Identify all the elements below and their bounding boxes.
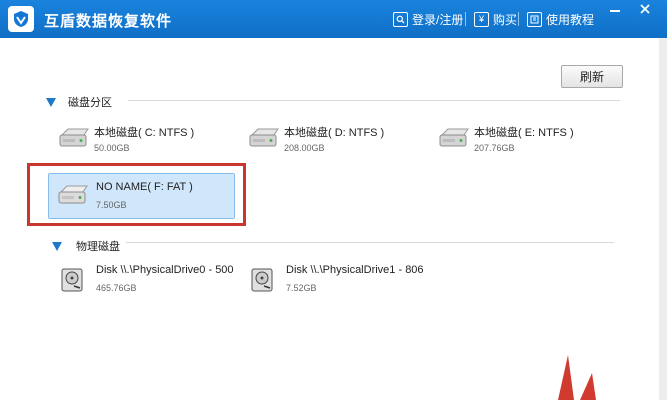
physical-section-header[interactable]: 物理磁盘	[52, 238, 120, 254]
buy-button[interactable]: ¥ 购买	[474, 9, 517, 29]
hard-drive-icon	[59, 128, 89, 147]
hard-drive-icon	[439, 128, 469, 147]
toolbar-separator	[465, 12, 466, 26]
red-arrow-annotation-icon	[558, 355, 596, 400]
drive-item-d[interactable]: 本地磁盘( D: NTFS ) 208.00GB	[246, 120, 431, 162]
search-icon	[393, 11, 408, 27]
drive-size: 465.76GB	[96, 283, 137, 293]
drive-size: 50.00GB	[94, 143, 130, 153]
login-register-button[interactable]: 登录/注册	[393, 9, 463, 29]
drive-name: 本地磁盘( C: NTFS )	[94, 127, 195, 139]
title-bar: 互盾数据恢复软件 登录/注册 ¥ 购买 使用教程	[0, 0, 667, 38]
close-icon	[640, 4, 650, 14]
main-content: 刷新 磁盘分区 本地磁盘( C: NTFS ) 50.00GB 本地磁盘( D:…	[0, 38, 667, 400]
partitions-section-header[interactable]: 磁盘分区	[46, 94, 112, 110]
physical-drive-item[interactable]: Disk \\.\PhysicalDrive0 - 500 465.76GB	[58, 260, 243, 302]
app-logo-icon	[8, 6, 34, 32]
section-divider	[128, 100, 620, 101]
tutorial-label: 使用教程	[546, 12, 595, 27]
physical-drive-item[interactable]: Disk \\.\PhysicalDrive1 - 806 7.52GB	[248, 260, 433, 302]
drive-name: 本地磁盘( E: NTFS )	[474, 127, 574, 139]
section-divider	[126, 242, 614, 243]
login-register-label: 登录/注册	[412, 12, 464, 27]
highlight-box	[27, 163, 246, 226]
physical-disk-icon	[61, 268, 83, 292]
collapse-arrow-icon	[46, 97, 56, 107]
book-icon	[527, 11, 542, 27]
buy-label: 购买	[493, 12, 518, 27]
partitions-section-title: 磁盘分区	[68, 97, 112, 109]
close-button[interactable]	[630, 0, 660, 18]
physical-section-title: 物理磁盘	[76, 241, 120, 253]
drive-size: 7.52GB	[286, 283, 317, 293]
drive-item-e[interactable]: 本地磁盘( E: NTFS ) 207.76GB	[436, 120, 621, 162]
drive-name: Disk \\.\PhysicalDrive0 - 500	[96, 264, 234, 276]
app-title: 互盾数据恢复软件	[44, 13, 173, 30]
tutorial-button[interactable]: 使用教程	[527, 9, 594, 29]
refresh-button[interactable]: 刷新	[561, 65, 623, 88]
drive-size: 208.00GB	[284, 143, 325, 153]
toolbar-separator	[518, 12, 519, 26]
physical-disk-icon	[251, 268, 273, 292]
drive-item-c[interactable]: 本地磁盘( C: NTFS ) 50.00GB	[56, 120, 241, 162]
drive-name: 本地磁盘( D: NTFS )	[284, 127, 385, 139]
drive-name: Disk \\.\PhysicalDrive1 - 806	[286, 264, 424, 276]
hard-drive-icon	[249, 128, 279, 147]
scrollbar-track[interactable]	[659, 38, 667, 400]
minimize-button[interactable]	[600, 0, 630, 18]
minimize-icon	[610, 10, 620, 12]
yen-icon: ¥	[474, 11, 489, 27]
drive-size: 207.76GB	[474, 143, 515, 153]
collapse-arrow-icon	[52, 241, 62, 251]
